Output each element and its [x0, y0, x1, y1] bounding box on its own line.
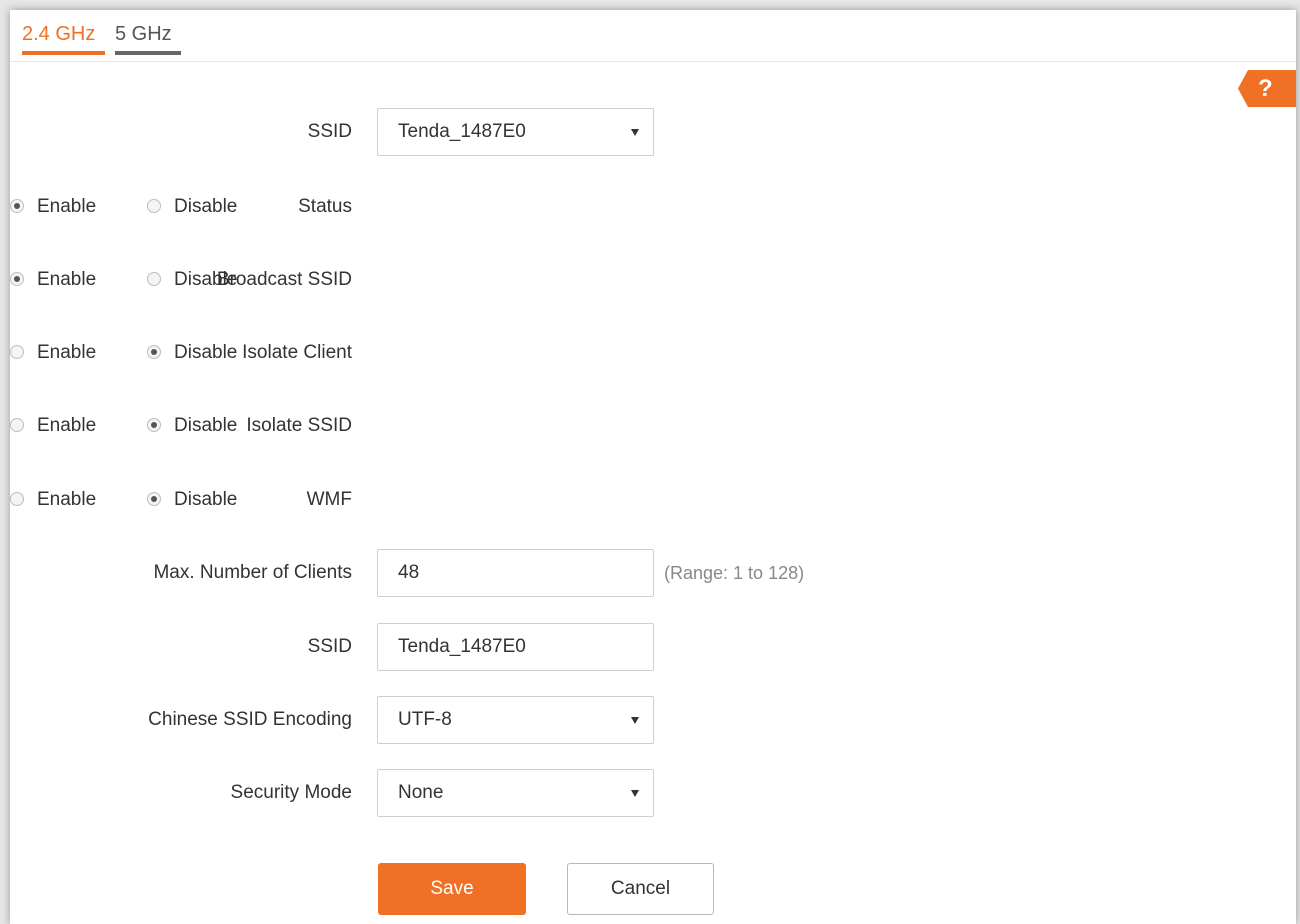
ssid-name-value: Tenda_1487E0: [398, 636, 526, 657]
ssid-select-value: Tenda_1487E0: [398, 121, 526, 142]
security-mode-select[interactable]: None: [377, 769, 654, 817]
radio-unchecked-icon: [10, 418, 24, 432]
status-label: Status: [298, 196, 352, 217]
radio-unchecked-icon: [147, 272, 161, 286]
cancel-button[interactable]: Cancel: [567, 863, 714, 915]
radio-label: Enable: [37, 196, 97, 217]
chinese-encoding-row: Chinese SSID Encoding UTF-8: [10, 696, 1296, 744]
help-icon[interactable]: ?: [1238, 70, 1296, 107]
wmf-row: WMF Enable Disable: [10, 476, 1296, 524]
isolate-ssid-row: Isolate SSID Enable Disable: [10, 402, 1296, 450]
tab-2-4ghz[interactable]: 2.4 GHz: [22, 21, 105, 55]
ssid-name-input[interactable]: Tenda_1487E0: [377, 623, 654, 671]
radio-unchecked-icon: [147, 199, 161, 213]
max-clients-row: Max. Number of Clients 48 (Range: 1 to 1…: [10, 549, 1296, 597]
security-mode-value: None: [398, 782, 444, 803]
radio-label: Disable: [174, 342, 238, 363]
max-clients-value: 48: [398, 562, 420, 583]
wireless-settings-panel: 2.4 GHz 5 GHz ? SSID Tenda_1487E0 Status…: [10, 10, 1296, 924]
radio-checked-icon: [147, 345, 161, 359]
chevron-down-icon: [631, 717, 639, 724]
security-mode-label: Security Mode: [230, 782, 352, 803]
chinese-encoding-select[interactable]: UTF-8: [377, 696, 654, 744]
wmf-label: WMF: [306, 489, 352, 510]
radio-label: Enable: [37, 269, 97, 290]
isolate-client-row: Isolate Client Enable Disable: [10, 329, 1296, 377]
radio-label: Enable: [37, 415, 97, 436]
radio-label: Disable: [174, 489, 238, 510]
tab-divider: [10, 61, 1296, 62]
chevron-down-icon: [631, 129, 639, 136]
max-clients-input[interactable]: 48: [377, 549, 654, 597]
radio-checked-icon: [10, 272, 24, 286]
chinese-encoding-label: Chinese SSID Encoding: [148, 709, 352, 730]
radio-unchecked-icon: [10, 492, 24, 506]
radio-checked-icon: [147, 492, 161, 506]
max-clients-range-hint: (Range: 1 to 128): [664, 563, 805, 583]
status-row: Status Enable Disable: [10, 183, 1296, 231]
ssid-select-row: SSID Tenda_1487E0: [10, 108, 1296, 156]
radio-label: Enable: [37, 342, 97, 363]
radio-label: Disable: [174, 269, 238, 290]
broadcast-ssid-row: Broadcast SSID Enable Disable: [10, 256, 1296, 304]
ssid-name-label: SSID: [307, 636, 352, 657]
radio-unchecked-icon: [10, 345, 24, 359]
max-clients-label: Max. Number of Clients: [153, 562, 352, 583]
radio-label: Disable: [174, 415, 238, 436]
radio-label: Disable: [174, 196, 238, 217]
ssid-select[interactable]: Tenda_1487E0: [377, 108, 654, 156]
save-button[interactable]: Save: [378, 863, 526, 915]
isolate-client-label: Isolate Client: [242, 342, 352, 363]
ssid-name-row: SSID Tenda_1487E0: [10, 623, 1296, 671]
radio-checked-icon: [10, 199, 24, 213]
chevron-down-icon: [631, 790, 639, 797]
security-mode-row: Security Mode None: [10, 769, 1296, 817]
help-glyph: ?: [1258, 75, 1273, 102]
ssid-select-label: SSID: [307, 121, 352, 142]
radio-checked-icon: [147, 418, 161, 432]
radio-label: Enable: [37, 489, 97, 510]
tab-5ghz[interactable]: 5 GHz: [115, 21, 181, 55]
isolate-ssid-label: Isolate SSID: [246, 415, 352, 436]
chinese-encoding-value: UTF-8: [398, 709, 452, 730]
